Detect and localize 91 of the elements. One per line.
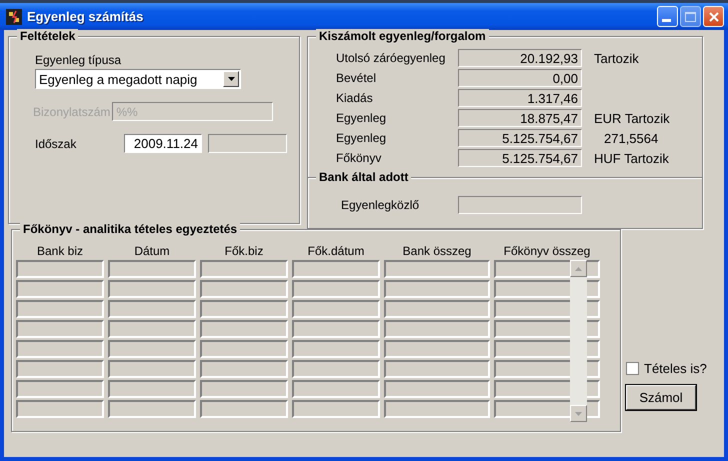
amount-field: 5.125.754,67 [458,149,582,167]
table-cell[interactable] [384,260,490,278]
column-header: Fők.dátum [306,244,366,258]
table-cell[interactable] [200,260,288,278]
field-label: Egyenleg [336,111,388,125]
group-title: Kiszámolt egyenleg/forgalom [316,29,489,43]
field-note: HUF Tartozik [594,150,669,166]
field-label: Egyenleg típusa [35,53,122,67]
up-arrow-icon [575,266,582,270]
down-arrow-icon [575,412,582,416]
calculate-button[interactable]: Számol [626,385,696,410]
table-cell[interactable] [200,300,288,318]
minimize-button[interactable] [657,6,678,27]
amount-field: 0,00 [458,69,582,87]
field-note: EUR Tartozik [594,110,670,126]
close-icon [708,12,718,22]
dropdown-button[interactable] [223,71,239,87]
field-label: Bevétel [336,71,378,85]
table-cell[interactable] [292,360,380,378]
table-cell[interactable] [108,320,196,338]
table-cell[interactable] [200,340,288,358]
table-cell[interactable] [16,360,104,378]
app-icon [6,8,22,24]
field-label: Egyenlegközlő [340,198,420,212]
table-cell[interactable] [108,380,196,398]
group-title: Főkönyv - analitika tételes egyeztetés [20,222,240,236]
table-cell[interactable] [108,360,196,378]
maximize-icon [685,12,696,22]
table-cell[interactable] [16,280,104,298]
table-cell[interactable] [292,280,380,298]
group-title: Bank által adott [316,170,412,184]
column-header: Bank biz [36,244,84,258]
date-field[interactable]: 2009.11.24 [124,134,202,153]
field-label: Főkönyv [336,151,382,165]
maximize-button[interactable] [680,6,701,27]
table-cell[interactable] [200,320,288,338]
scrollbar[interactable] [570,260,587,422]
table-cell[interactable] [384,300,490,318]
table-cell[interactable] [200,380,288,398]
amount-field: 1.317,46 [458,89,582,107]
caret-icon [228,77,234,81]
amount-field: 18.875,47 [458,109,582,127]
table-cell[interactable] [108,400,196,418]
field-label: Kiadás [336,91,374,105]
table-cell[interactable] [108,260,196,278]
table-cell[interactable] [108,340,196,358]
amount-field: 5.125.754,67 [458,129,582,147]
amount-field: 20.192,93 [458,49,582,67]
table-cell[interactable] [292,340,380,358]
field-label: Egyenleg [336,131,388,145]
table-cell[interactable] [384,400,490,418]
table-cell[interactable] [292,260,380,278]
table-cell[interactable] [384,280,490,298]
balance-statement-field[interactable] [458,196,582,214]
field-note: 271,5564 [604,130,658,146]
table-cell[interactable] [384,320,490,338]
table-cell[interactable] [16,340,104,358]
date-to-field[interactable] [208,134,287,153]
table-cell[interactable] [16,300,104,318]
field-label: Utolsó záróegyenleg [336,51,446,65]
column-header: Bank összeg [402,244,472,258]
table-cell[interactable] [292,380,380,398]
table-cell[interactable] [200,400,288,418]
table-cell[interactable] [384,360,490,378]
window-title: Egyenleg számítás [27,9,144,24]
group-title: Feltételek [17,29,78,43]
table-cell[interactable] [292,320,380,338]
table-cell[interactable] [108,300,196,318]
table-cell[interactable] [292,300,380,318]
scroll-up-button[interactable] [570,260,587,277]
field-note: Tartozik [594,50,639,66]
table-cell[interactable] [16,380,104,398]
column-header: Dátum [133,244,171,258]
table-cell[interactable] [384,340,490,358]
balance-type-dropdown[interactable]: Egyenleg a megadott napig [35,69,241,89]
table-cell[interactable] [16,260,104,278]
column-header: Főkönyv összeg [502,244,592,258]
table-cell[interactable] [200,360,288,378]
minimize-icon [662,19,671,22]
table-cell[interactable] [16,320,104,338]
field-label: Időszak [35,136,78,150]
close-button[interactable] [703,6,724,27]
table-cell[interactable] [200,280,288,298]
column-header: Fők.biz [224,244,264,258]
table-cell[interactable] [108,280,196,298]
scroll-down-button[interactable] [570,405,587,422]
table-cell[interactable] [384,380,490,398]
table-cell[interactable] [292,400,380,418]
checkbox[interactable] [626,362,639,375]
table-cell[interactable] [16,400,104,418]
checkbox-label: Tételes is? [644,361,707,376]
